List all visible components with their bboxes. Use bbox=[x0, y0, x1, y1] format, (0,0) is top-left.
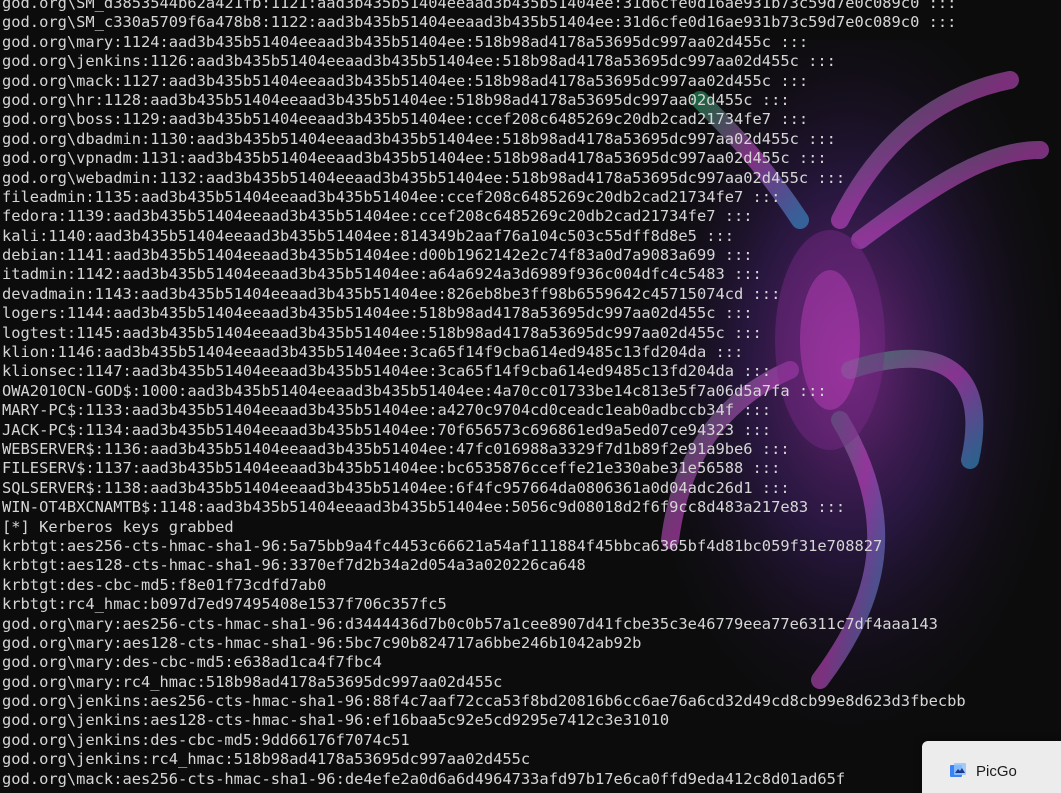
output-line: god.org\jenkins:rc4_hmac:518b98ad4178a53… bbox=[2, 750, 531, 769]
output-line: itadmin:1142:aad3b435b51404eeaad3b435b51… bbox=[2, 265, 762, 284]
toast-app-name: PicGo bbox=[976, 762, 1017, 780]
output-line: god.org\hr:1128:aad3b435b51404eeaad3b435… bbox=[2, 90, 790, 109]
output-line: god.org\jenkins:1126:aad3b435b51404eeaad… bbox=[2, 52, 836, 71]
output-line: god.org\mary:aes256-cts-hmac-sha1-96:d34… bbox=[2, 614, 938, 633]
picgo-app-icon bbox=[950, 763, 966, 777]
output-line: WIN-OT4BXCNAMTB$:1148:aad3b435b51404eeaa… bbox=[2, 498, 846, 517]
output-line: krbtgt:aes128-cts-hmac-sha1-96:3370ef7d2… bbox=[2, 556, 586, 575]
output-line: FILESERV$:1137:aad3b435b51404eeaad3b435b… bbox=[2, 459, 781, 478]
output-line: krbtgt:des-cbc-md5:f8e01f73cdfd7ab0 bbox=[2, 575, 327, 594]
output-line: logtest:1145:aad3b435b51404eeaad3b435b51… bbox=[2, 323, 762, 342]
output-line: krbtgt:rc4_hmac:b097d7ed97495408e1537f70… bbox=[2, 595, 447, 614]
output-line: klion:1146:aad3b435b51404eeaad3b435b5140… bbox=[2, 343, 744, 362]
picgo-toast[interactable]: PicGo bbox=[922, 741, 1061, 793]
output-line: god.org\SM_d3853544b62a421fb:1121:aad3b4… bbox=[2, 0, 957, 12]
output-line: god.org\mary:rc4_hmac:518b98ad4178a53695… bbox=[2, 672, 503, 691]
status-line: [*] Kerberos keys grabbed bbox=[2, 517, 234, 536]
output-line: god.org\boss:1129:aad3b435b51404eeaad3b4… bbox=[2, 110, 809, 129]
output-line: MARY-PC$:1133:aad3b435b51404eeaad3b435b5… bbox=[2, 401, 772, 420]
output-line: WEBSERVER$:1136:aad3b435b51404eeaad3b435… bbox=[2, 439, 790, 458]
output-line: god.org\dbadmin:1130:aad3b435b51404eeaad… bbox=[2, 129, 836, 148]
output-line: god.org\mack:1127:aad3b435b51404eeaad3b4… bbox=[2, 71, 809, 90]
output-line: fileadmin:1135:aad3b435b51404eeaad3b435b… bbox=[2, 187, 781, 206]
output-line: god.org\SM_c330a5709f6a478b8:1122:aad3b4… bbox=[2, 13, 957, 32]
output-line: SQLSERVER$:1138:aad3b435b51404eeaad3b435… bbox=[2, 478, 790, 497]
terminal-output: god.org\SM_d3853544b62a421fb:1121:aad3b4… bbox=[2, 0, 966, 789]
output-line: fedora:1139:aad3b435b51404eeaad3b435b514… bbox=[2, 207, 753, 226]
output-line: god.org\mack:aes256-cts-hmac-sha1-96:de4… bbox=[2, 769, 846, 788]
output-line: god.org\vpnadm:1131:aad3b435b51404eeaad3… bbox=[2, 149, 827, 168]
output-line: logers:1144:aad3b435b51404eeaad3b435b514… bbox=[2, 304, 753, 323]
output-line: god.org\mary:1124:aad3b435b51404eeaad3b4… bbox=[2, 32, 809, 51]
output-line: kali:1140:aad3b435b51404eeaad3b435b51404… bbox=[2, 226, 735, 245]
terminal-window[interactable]: god.org\SM_d3853544b62a421fb:1121:aad3b4… bbox=[0, 0, 1061, 793]
output-line: OWA2010CN-GOD$:1000:aad3b435b51404eeaad3… bbox=[2, 381, 827, 400]
output-line: god.org\mary:aes128-cts-hmac-sha1-96:5bc… bbox=[2, 633, 642, 652]
output-line: devadmain:1143:aad3b435b51404eeaad3b435b… bbox=[2, 284, 781, 303]
output-line: god.org\jenkins:des-cbc-md5:9dd66176f707… bbox=[2, 730, 410, 749]
output-line: klionsec:1147:aad3b435b51404eeaad3b435b5… bbox=[2, 362, 772, 381]
output-line: JACK-PC$:1134:aad3b435b51404eeaad3b435b5… bbox=[2, 420, 772, 439]
output-line: krbtgt:aes256-cts-hmac-sha1-96:5a75bb9a4… bbox=[2, 536, 883, 555]
output-line: god.org\webadmin:1132:aad3b435b51404eeaa… bbox=[2, 168, 846, 187]
output-line: debian:1141:aad3b435b51404eeaad3b435b514… bbox=[2, 246, 753, 265]
output-line: god.org\jenkins:aes256-cts-hmac-sha1-96:… bbox=[2, 692, 966, 711]
output-line: god.org\jenkins:aes128-cts-hmac-sha1-96:… bbox=[2, 711, 670, 730]
output-line: god.org\mary:des-cbc-md5:e638ad1ca4f7fbc… bbox=[2, 653, 382, 672]
